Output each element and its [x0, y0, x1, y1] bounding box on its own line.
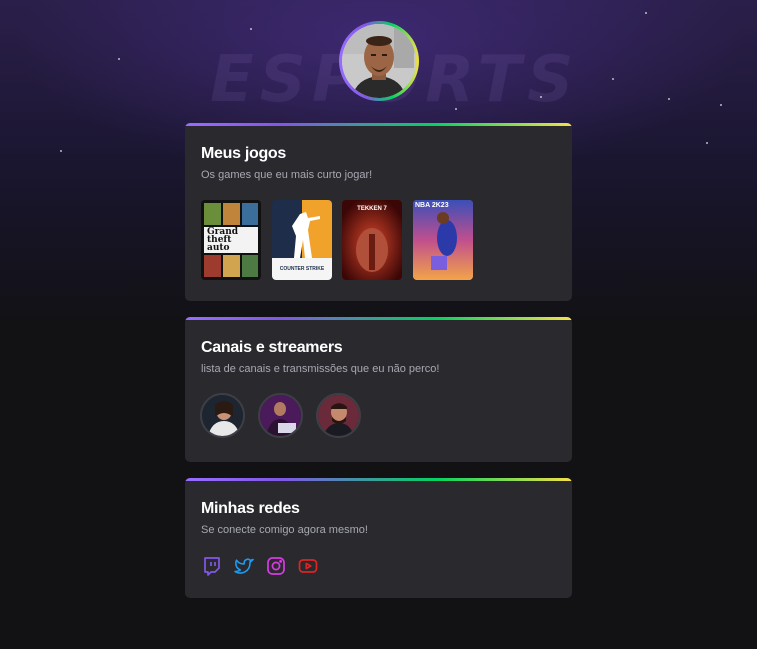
- streamer-avatar-2[interactable]: [258, 393, 303, 438]
- channels-card-title: Canais e streamers: [201, 339, 343, 356]
- streamer-avatar-3[interactable]: [316, 393, 361, 438]
- games-card-subtitle: Os games que eu mais curto jogar!: [201, 169, 373, 181]
- game-cover-nba2k[interactable]: NBA 2K23: [413, 200, 473, 280]
- games-card: Meus jogos Os games que eu mais curto jo…: [185, 123, 572, 301]
- social-card-subtitle: Se conecte comigo agora mesmo!: [201, 524, 368, 536]
- avatar-photo: [342, 24, 416, 98]
- games-card-title: Meus jogos: [201, 145, 287, 162]
- game-cover-counter-strike[interactable]: COUNTER STRIKE: [272, 200, 332, 280]
- twitch-icon[interactable]: [202, 556, 222, 576]
- twitter-icon[interactable]: [234, 556, 254, 576]
- streamer-avatar-1[interactable]: [200, 393, 245, 438]
- channels-card: Canais e streamers lista de canais e tra…: [185, 317, 572, 462]
- game-cover-gta[interactable]: Grand theft auto: [201, 200, 261, 280]
- social-card-title: Minhas redes: [201, 500, 300, 517]
- channels-card-subtitle: lista de canais e transmissões que eu nã…: [201, 363, 440, 375]
- youtube-icon[interactable]: [298, 556, 318, 576]
- instagram-icon[interactable]: [266, 556, 286, 576]
- profile-avatar: [339, 21, 419, 101]
- game-cover-tekken[interactable]: TEKKEN 7: [342, 200, 402, 280]
- social-card: Minhas redes Se conecte comigo agora mes…: [185, 478, 572, 598]
